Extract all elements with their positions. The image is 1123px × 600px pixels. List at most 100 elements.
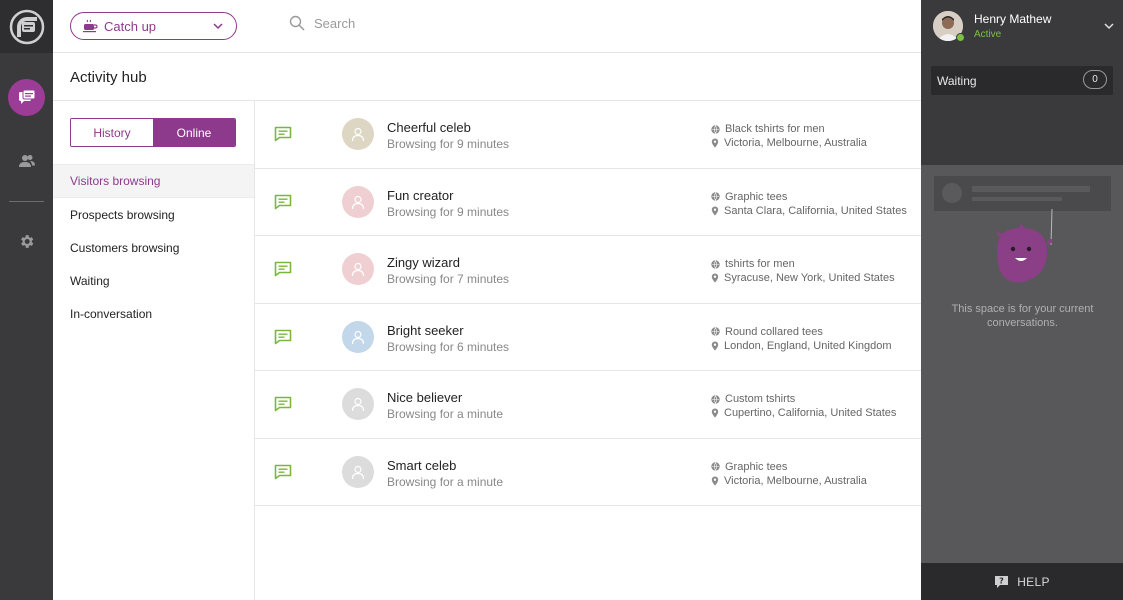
mode-dropdown[interactable]: Catch up (70, 12, 237, 40)
visitor-current-page: Round collared tees (711, 326, 823, 338)
visitor-browsing-time: Browsing for 9 minutes (387, 204, 510, 219)
search-icon (289, 15, 305, 31)
visitor-location: Victoria, Melbourne, Australia (711, 475, 867, 487)
filter-visitors-browsing[interactable]: Visitors browsing (53, 165, 254, 198)
app-logo-icon (9, 9, 44, 44)
rail-divider (9, 201, 44, 202)
location-pin-icon (711, 138, 719, 148)
visitor-name: Cheerful celeb (387, 120, 471, 135)
visitor-page-text: Graphic tees (725, 460, 788, 473)
visitor-row[interactable]: Cheerful celeb Browsing for 9 minutes Bl… (255, 101, 921, 169)
user-silhouette-icon (351, 262, 365, 277)
online-status-dot (956, 33, 965, 42)
visitor-browsing-time: Browsing for a minute (387, 474, 504, 489)
chat-bubbles-icon (18, 89, 35, 104)
visitor-browsing-time: Browsing for a minute (387, 407, 504, 421)
online-tab[interactable]: Online (153, 119, 235, 146)
filter-waiting[interactable]: Waiting (53, 264, 254, 297)
visitor-row[interactable]: Fun creator Browsing for 9 minutes Graph… (255, 169, 921, 236)
visitor-name: Bright seeker (387, 322, 464, 338)
visitor-location-text: Victoria, Melbourne, Australia (724, 137, 867, 149)
visitor-avatar (342, 185, 374, 218)
visitor-row[interactable]: Nice believer Browsing for a minute Cust… (255, 371, 921, 439)
start-chat-icon[interactable] (274, 396, 292, 412)
waiting-label: Waiting (937, 74, 977, 88)
visitor-browsing-time: Browsing for 7 minutes (387, 272, 510, 286)
nav-conversations-button[interactable] (8, 79, 45, 116)
page-title: Activity hub (70, 69, 147, 86)
user-status: Active (974, 29, 1002, 40)
help-button[interactable]: ? HELP (921, 563, 1123, 600)
visitor-location: London, England, United Kingdom (711, 340, 892, 352)
visitor-location-text: Santa Clara, California, United States (724, 204, 907, 217)
app-logo[interactable] (0, 0, 53, 53)
visitor-row[interactable]: Smart celeb Browsing for a minute Graphi… (255, 439, 921, 506)
help-label: HELP (1017, 574, 1050, 589)
filter-customers-browsing[interactable]: Customers browsing (53, 231, 254, 264)
globe-icon (711, 394, 720, 404)
start-chat-icon[interactable] (274, 464, 292, 480)
filter-in-conversation[interactable]: In-conversation (53, 297, 254, 330)
user-silhouette-icon (351, 195, 365, 209)
visitor-list: Cheerful celeb Browsing for 9 minutes Bl… (255, 101, 921, 506)
visitor-location-text: Victoria, Melbourne, Australia (724, 474, 867, 487)
visitor-location: Cupertino, California, United States (711, 407, 896, 419)
waiting-queue-button[interactable]: Waiting 0 (931, 66, 1113, 95)
mode-dropdown-label: Catch up (104, 18, 157, 34)
visitor-name: Fun creator (387, 187, 454, 203)
users-icon (18, 154, 35, 167)
user-silhouette-icon (351, 465, 365, 479)
filter-prospects-browsing[interactable]: Prospects browsing (53, 198, 254, 231)
user-silhouette-icon (351, 397, 365, 412)
start-chat-icon[interactable] (274, 194, 292, 210)
start-chat-icon[interactable] (274, 126, 292, 142)
globe-icon (711, 259, 720, 269)
visitor-current-page: Graphic tees (711, 191, 787, 203)
visitor-page-text: Black tshirts for men (725, 123, 825, 135)
chevron-down-icon[interactable] (1103, 20, 1115, 32)
visitor-avatar (342, 253, 374, 285)
globe-icon (711, 124, 720, 134)
visitor-avatar (342, 118, 374, 150)
history-online-toggle: History Online (70, 118, 236, 147)
location-pin-icon (711, 476, 719, 485)
visitor-location-text: Cupertino, California, United States (724, 407, 897, 419)
visitor-row[interactable]: Bright seeker Browsing for 6 minutes Rou… (255, 304, 921, 371)
start-chat-icon[interactable] (274, 261, 292, 277)
visitor-location-text: Syracuse, New York, United States (724, 272, 895, 284)
nav-settings-button[interactable] (8, 223, 45, 260)
visitor-location-text: London, England, United Kingdom (724, 339, 892, 352)
gear-icon (21, 235, 34, 248)
search-input[interactable] (314, 15, 614, 31)
left-rail (0, 0, 53, 600)
filter-panel: History Online Visitors browsing Prospec… (53, 101, 255, 600)
chevron-down-icon (213, 23, 223, 30)
globe-icon (711, 327, 720, 336)
visitor-location: Victoria, Melbourne, Australia (711, 137, 867, 149)
visitor-page-text: Custom tshirts (725, 393, 796, 405)
visitor-location: Syracuse, New York, United States (711, 272, 895, 284)
coffee-cup-icon (83, 19, 98, 33)
waiting-count-badge: 0 (1083, 70, 1107, 89)
location-pin-icon (711, 408, 719, 418)
globe-icon (711, 192, 720, 201)
empty-conversations-message: This space is for your current conversat… (951, 303, 1094, 329)
visitor-browsing-time: Browsing for 6 minutes (387, 339, 510, 354)
visitor-current-page: Custom tshirts (711, 393, 795, 405)
mascot-balloon-icon (996, 208, 1053, 283)
nav-visitors-button[interactable] (8, 142, 45, 179)
visitor-name: Nice believer (387, 390, 463, 405)
history-tab[interactable]: History (71, 119, 153, 146)
search-bar (289, 15, 614, 31)
conversations-panel: Henry Mathew Active Waiting 0 This space… (921, 0, 1123, 600)
visitor-row[interactable]: Zingy wizard Browsing for 7 minutes tshi… (255, 236, 921, 304)
visitor-page-text: tshirts for men (725, 258, 795, 270)
visitor-current-page: Graphic tees (711, 461, 787, 473)
user-profile[interactable]: Henry Mathew Active (921, 0, 1123, 53)
svg-text:?: ? (999, 576, 1004, 585)
visitor-browsing-time: Browsing for 9 minutes (387, 137, 510, 151)
start-chat-icon[interactable] (274, 329, 292, 345)
location-pin-icon (711, 206, 719, 215)
top-bar: Catch up (53, 0, 921, 53)
filter-list: Visitors browsing Prospects browsing Cus… (53, 164, 254, 330)
